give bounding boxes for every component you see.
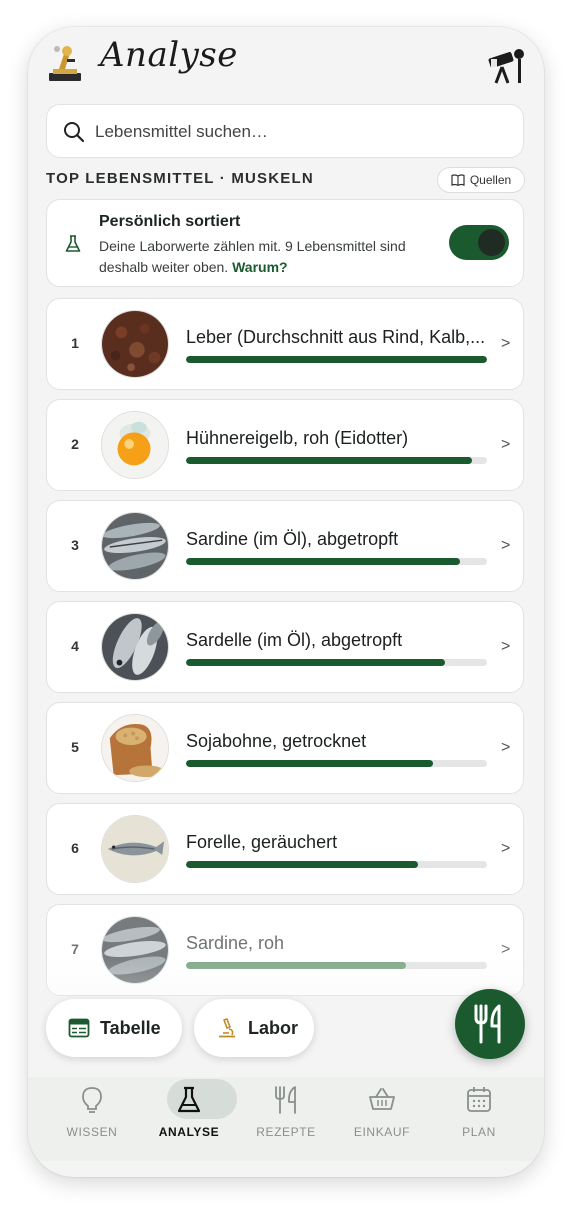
food-image-trout (101, 815, 169, 883)
section-title: TOP LEBENSMITTEL · MUSKELN (46, 170, 314, 187)
page-title: Analyse (100, 35, 238, 75)
food-name: Sojabohne, getrocknet (186, 731, 367, 751)
food-card[interactable]: 5 Sojabohne, getrocknet > (46, 702, 524, 794)
table-icon (68, 1018, 90, 1038)
lab-button-label: Labor (248, 1017, 299, 1038)
chevron-right-icon: > (501, 941, 511, 958)
food-image-soybean (101, 714, 169, 782)
score-bar-fill (186, 861, 418, 868)
nav-item-wissen[interactable]: WISSEN (44, 1077, 140, 1161)
score-bar (186, 861, 487, 868)
recipes-fab-button[interactable] (455, 989, 525, 1059)
nav-label: ANALYSE (158, 1125, 220, 1139)
app-screen: Analyse TOP LEBENSMITTEL · MUSKELN Quell… (28, 27, 544, 1177)
lightbulb-icon (82, 1087, 102, 1113)
food-image-egg-yolk (101, 411, 169, 479)
nav-item-rezepte[interactable]: REZEPTE (238, 1077, 334, 1161)
why-link[interactable]: Warum? (232, 259, 287, 275)
food-name: Leber (Durchschnitt aus Rind, Kalb,... (186, 327, 486, 347)
personal-sort-title: Persönlich sortiert (99, 213, 241, 230)
food-name: Hühnereigelb, roh (Eidotter) (186, 428, 409, 448)
search-bar[interactable] (46, 104, 524, 159)
food-name: Forelle, geräuchert (186, 832, 338, 852)
food-rank: 5 (71, 739, 79, 755)
chevron-right-icon: > (501, 436, 511, 453)
fork-knife-icon (474, 1004, 501, 1044)
personal-sort-description: Deine Laborwerte zählen mit. 9 Lebensmit… (99, 236, 429, 278)
food-image-sardine-oil (101, 512, 169, 580)
microscope-icon (219, 1018, 235, 1038)
table-button[interactable]: Tabelle (46, 999, 182, 1057)
table-button-label: Tabelle (100, 1017, 161, 1038)
score-bar-fill (186, 659, 445, 666)
food-rank: 2 (71, 436, 79, 452)
food-name: Sardine, roh (186, 933, 285, 953)
lab-button[interactable]: Labor (194, 999, 314, 1057)
telescope-icon[interactable] (486, 47, 526, 85)
sources-label: Quellen (469, 173, 512, 187)
food-card[interactable]: 4 Sardelle (im Öl), abgetropft > (46, 601, 524, 693)
chevron-right-icon: > (501, 638, 511, 655)
flask-icon (65, 235, 81, 252)
flask-icon (177, 1086, 201, 1113)
food-card[interactable]: 1 Leber (Durchschnitt aus Rind, Kalb,...… (46, 298, 524, 390)
score-bar-fill (186, 457, 472, 464)
food-card[interactable]: 6 Forelle, geräuchert > (46, 803, 524, 895)
score-bar (186, 558, 487, 565)
food-card[interactable]: 2 Hühnereigelb, roh (Eidotter) > (46, 399, 524, 491)
food-rank: 1 (71, 335, 79, 351)
score-bar-fill (186, 356, 487, 363)
personal-sort-card: Persönlich sortiert Deine Laborwerte zäh… (46, 199, 524, 287)
toggle-knob (478, 229, 505, 256)
sources-button[interactable]: Quellen (437, 167, 525, 193)
app-header: Analyse (28, 27, 544, 103)
food-name: Sardine (im Öl), abgetropft (186, 529, 399, 549)
food-image-anchovy (101, 613, 169, 681)
nav-item-analyse[interactable]: ANALYSE (141, 1077, 237, 1161)
food-name: Sardelle (im Öl), abgetropft (186, 630, 403, 650)
search-input[interactable] (93, 105, 517, 159)
nav-label: REZEPTE (256, 1125, 316, 1139)
calendar-icon (467, 1087, 491, 1112)
nav-label: PLAN (462, 1125, 496, 1139)
food-rank: 6 (71, 840, 79, 856)
food-card[interactable]: 7 Sardine, roh > (46, 904, 524, 996)
chevron-right-icon: > (501, 739, 511, 756)
search-icon (64, 122, 85, 143)
score-bar (186, 760, 487, 767)
food-rank: 7 (71, 941, 79, 957)
nav-item-einkauf[interactable]: EINKAUF (334, 1077, 430, 1161)
score-bar (186, 659, 487, 666)
score-bar-fill (186, 760, 433, 767)
score-bar-fill (186, 962, 406, 969)
food-image-sardine-raw (101, 916, 169, 984)
food-rank: 4 (71, 638, 79, 654)
bottom-navigation: WISSEN ANALYSE REZEPTE EINKAUF PLAN (28, 1077, 544, 1161)
basket-icon (369, 1088, 395, 1110)
score-bar (186, 962, 487, 969)
score-bar (186, 356, 487, 363)
food-image-liver (101, 310, 169, 378)
food-card[interactable]: 3 Sardine (im Öl), abgetropft > (46, 500, 524, 592)
microscope-icon (47, 43, 83, 83)
chevron-right-icon: > (501, 840, 511, 857)
nav-label: WISSEN (66, 1125, 118, 1139)
chevron-right-icon: > (501, 335, 511, 352)
fork-knife-icon (275, 1086, 296, 1114)
chevron-right-icon: > (501, 537, 511, 554)
score-bar (186, 457, 487, 464)
nav-label: EINKAUF (353, 1125, 411, 1139)
book-icon (451, 174, 465, 186)
score-bar-fill (186, 558, 460, 565)
food-rank: 3 (71, 537, 79, 553)
personal-sort-toggle[interactable] (449, 225, 509, 260)
nav-item-plan[interactable]: PLAN (431, 1077, 527, 1161)
